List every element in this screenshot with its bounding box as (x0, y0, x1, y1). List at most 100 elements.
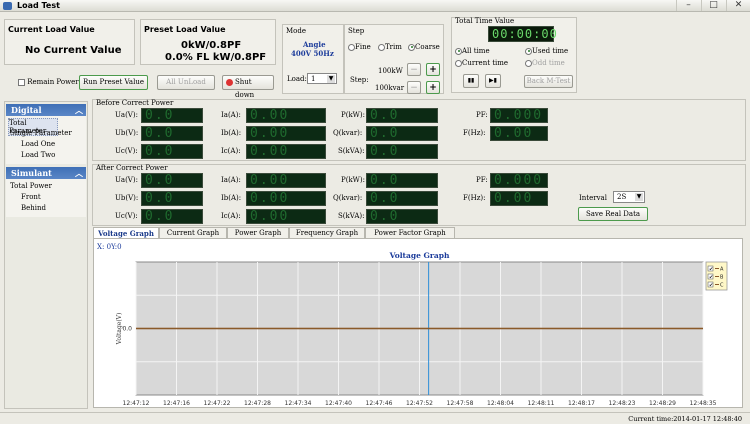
x-tick-label: 12:48:04 (487, 400, 514, 407)
status-time: Current time:2014-01-17 12:48:40 (628, 415, 742, 423)
ib-label: Ib(A): (221, 194, 242, 202)
after-title: After Correct Power (96, 164, 168, 172)
coarse-label: Coarse (415, 43, 440, 51)
after-correct-panel: After Correct Power Ua(V): 0.0 Ub(V): 0.… (92, 164, 746, 226)
f-display: 0.00 (490, 191, 548, 206)
step-panel: Step Fine Trim Coarse 100kW Step: 100kva… (344, 24, 444, 94)
load-select-value: 1 (311, 75, 316, 83)
sidebar-item-single-parameter[interactable]: Single Parameter (10, 129, 72, 137)
legend-check-icon: ✔ (709, 275, 713, 281)
next-button[interactable]: ▶▮ (485, 74, 501, 88)
odd-time-radio[interactable]: Odd time (525, 59, 565, 67)
ua-display: 0.0 (141, 173, 203, 188)
chevron-down-icon: ▼ (327, 75, 335, 83)
tab-frequency-graph[interactable]: Frequency Graph (289, 227, 365, 238)
kw-plus-button[interactable]: + (426, 63, 440, 76)
legend-label: A (720, 267, 724, 273)
all-time-label: All time (462, 47, 490, 55)
used-time-radio[interactable]: Used time (525, 47, 568, 55)
pause-button[interactable]: ▮▮ (463, 74, 479, 88)
legend-label: B (720, 275, 724, 281)
step-title: Step (348, 27, 365, 35)
x-tick-label: 12:48:17 (568, 400, 595, 407)
p-display: 0.0 (366, 173, 438, 188)
f-label: F(Hz): (463, 129, 486, 137)
step-label: Step: (350, 76, 369, 84)
tab-power-factor-graph[interactable]: Power Factor Graph (365, 227, 455, 238)
mode-voltage-freq: 400V 50Hz (291, 49, 334, 58)
ib-display: 0.00 (246, 126, 326, 141)
x-tick-label: 12:47:12 (123, 400, 150, 407)
before-title: Before Correct Power (96, 99, 174, 107)
trim-radio[interactable]: Trim (378, 43, 402, 51)
kvar-minus-button[interactable]: − (407, 81, 421, 94)
x-tick-label: 12:48:35 (690, 400, 717, 407)
minimize-button[interactable]: – (676, 0, 700, 11)
checkbox-box[interactable] (18, 78, 25, 86)
sidebar-item-load-two[interactable]: Load Two (21, 151, 55, 159)
current-load-panel: Current Load Value No Current Value (4, 19, 135, 65)
close-button[interactable]: ✕ (726, 0, 750, 11)
y-axis-label: Voltage(V) (116, 313, 123, 346)
save-real-data-button[interactable]: Save Real Data (578, 207, 648, 221)
x-tick-label: 12:47:46 (366, 400, 393, 407)
legend-label: C (720, 283, 724, 289)
mode-panel: Mode Angle 400V 50Hz Load: 1 ▼ (282, 24, 344, 94)
s-label: S(kVA): (338, 147, 365, 155)
mode-value: Angle (303, 40, 326, 49)
radio-icon (348, 43, 355, 51)
all-unload-button[interactable]: All UnLoad (157, 75, 215, 90)
remain-power-label: Remain Power (27, 78, 79, 86)
interval-select[interactable]: 2S ▼ (613, 191, 645, 203)
simulant-label: Simulant (11, 168, 52, 178)
sidebar-item-load-one[interactable]: Load One (21, 140, 55, 148)
timer-title: Total Time Value (455, 17, 515, 25)
radio-icon (455, 59, 462, 67)
tab-power-graph[interactable]: Power Graph (227, 227, 289, 238)
run-preset-button[interactable]: Run Preset Value (79, 75, 148, 90)
coarse-radio[interactable]: Coarse (408, 43, 440, 51)
ia-label: Ia(A): (221, 111, 241, 119)
back-m-test-button[interactable]: Back M-Test (524, 75, 573, 88)
x-tick-label: 12:47:52 (406, 400, 433, 407)
shut-down-button[interactable]: Shut down (222, 75, 274, 99)
tab-voltage-graph[interactable]: Voltage Graph (93, 227, 159, 238)
ub-display: 0.0 (141, 191, 203, 206)
used-time-label: Used time (532, 47, 569, 55)
load-select[interactable]: 1 ▼ (307, 73, 337, 84)
power-icon (226, 79, 233, 86)
f-label: F(Hz): (463, 194, 486, 202)
kvar-plus-button[interactable]: + (426, 81, 440, 94)
sidebar-item-total-power[interactable]: Total Power (10, 182, 52, 190)
tab-current-graph[interactable]: Current Graph (159, 227, 227, 238)
fine-radio[interactable]: Fine (348, 43, 371, 51)
ua-display: 0.0 (141, 108, 203, 123)
x-tick-label: 12:47:58 (447, 400, 474, 407)
kw-minus-button[interactable]: − (407, 63, 421, 76)
timer-display: 00:00:00 (488, 26, 557, 42)
f-display: 0.00 (490, 126, 548, 141)
odd-time-label: Odd time (532, 59, 565, 67)
p-label: P(kW): (341, 111, 365, 119)
maximize-button[interactable]: □ (701, 0, 725, 11)
y-tick-label: 0.0 (122, 326, 132, 333)
load-label: Load: (287, 75, 307, 83)
all-time-radio[interactable]: All time (455, 47, 490, 55)
voltage-chart: Voltage Graph 12:47:12 12:47:16 12:47:22 12:… (116, 251, 728, 407)
x-tick-label: 12:48:29 (649, 400, 676, 407)
sidebar-item-behind[interactable]: Behind (21, 204, 46, 212)
pf-display: 0.000 (490, 173, 548, 188)
x-tick-label: 12:47:28 (244, 400, 271, 407)
ia-display: 0.00 (246, 173, 326, 188)
sidebar-head-digital[interactable]: Digital ︿ (6, 104, 86, 116)
chart-title: Voltage Graph (389, 251, 450, 260)
remain-power-checkbox[interactable]: Remain Power (18, 78, 79, 86)
current-time-radio[interactable]: Current time (455, 59, 508, 67)
kvar-step-value: 100kvar (375, 84, 405, 92)
mode-title: Mode (286, 27, 307, 35)
sidebar-item-front[interactable]: Front (21, 193, 41, 201)
sidebar-head-simulant[interactable]: Simulant ︿ (6, 167, 86, 179)
shut-down-label: Shut down (235, 78, 255, 99)
preset-load-panel: Preset Load Value 0kW/0.8PF 0.0% FL kW/0… (140, 19, 276, 65)
fine-label: Fine (355, 43, 371, 51)
